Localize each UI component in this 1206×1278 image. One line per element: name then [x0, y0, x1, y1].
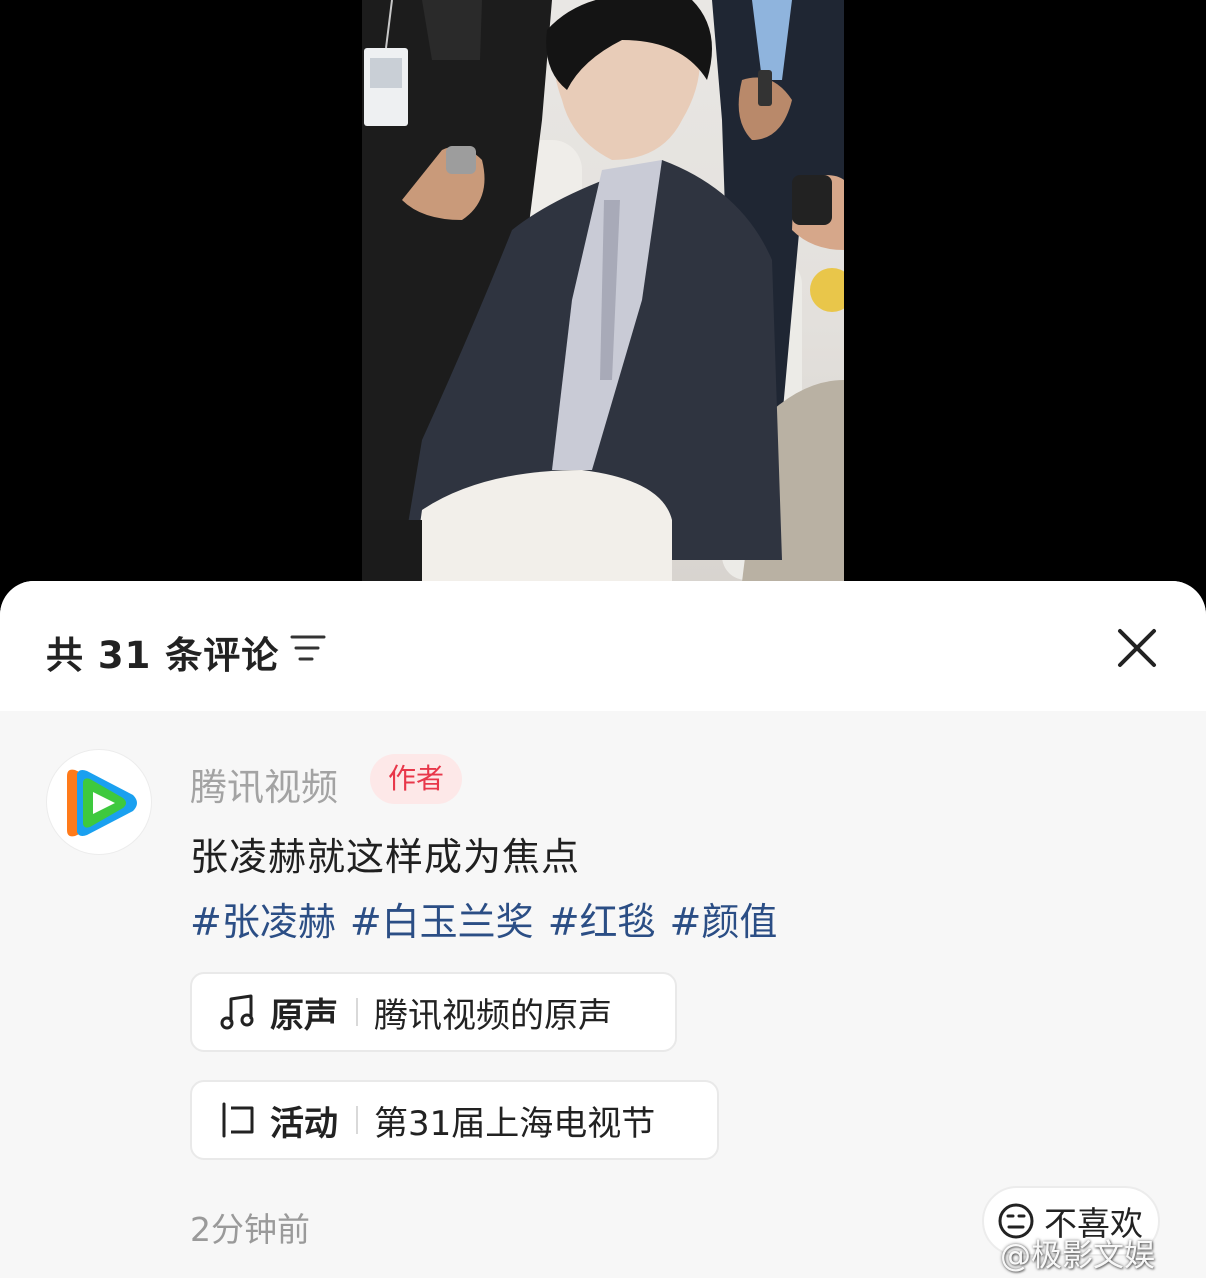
video-area[interactable]: [0, 0, 1206, 600]
event-flag-icon: [222, 1102, 254, 1138]
dislike-button[interactable]: 不喜欢: [982, 1186, 1160, 1256]
sheet-header: 共 31 条评论: [0, 581, 1206, 711]
chip-value: 腾讯视频的原声: [374, 995, 612, 1036]
video-still-illustration: [362, 0, 844, 582]
chip-value: 第31届上海电视节: [374, 1103, 656, 1144]
comment-sheet: 共 31 条评论 腾讯视频 作者 张凌赫就这样成为焦点 #张凌赫 #白玉兰奖 #红毯…: [0, 581, 1206, 1278]
chip-label: 原声: [270, 995, 338, 1036]
hashtag[interactable]: #红毯: [548, 900, 656, 944]
close-icon[interactable]: [1114, 625, 1160, 671]
comment-count-title: 共 31 条评论: [46, 634, 280, 677]
tencent-video-logo-icon: [67, 769, 137, 837]
author-name[interactable]: 腾讯视频: [190, 757, 338, 811]
hashtag[interactable]: #张凌赫: [190, 900, 336, 944]
avatar[interactable]: [46, 749, 152, 855]
author-badge: 作者: [370, 754, 463, 804]
video-frame[interactable]: [362, 0, 844, 582]
music-note-icon: [220, 994, 254, 1030]
sort-lines-icon[interactable]: [288, 631, 328, 665]
dislike-label: 不喜欢: [1044, 1204, 1143, 1243]
hashtag[interactable]: #颜值: [670, 900, 778, 944]
original-sound-chip[interactable]: 原声 腾讯视频的原声: [190, 972, 677, 1052]
hashtag-list: #张凌赫 #白玉兰奖 #红毯 #颜值: [190, 891, 791, 946]
chip-label: 活动: [270, 1103, 338, 1144]
unhappy-face-icon: [998, 1203, 1034, 1239]
hashtag[interactable]: #白玉兰奖: [350, 900, 534, 944]
chip-divider: [356, 1106, 358, 1134]
event-chip[interactable]: 活动 第31届上海电视节: [190, 1080, 719, 1160]
chip-divider: [356, 998, 358, 1026]
comment-text: 张凌赫就这样成为焦点: [190, 835, 581, 879]
comment-timestamp: 2分钟前: [190, 1210, 310, 1249]
